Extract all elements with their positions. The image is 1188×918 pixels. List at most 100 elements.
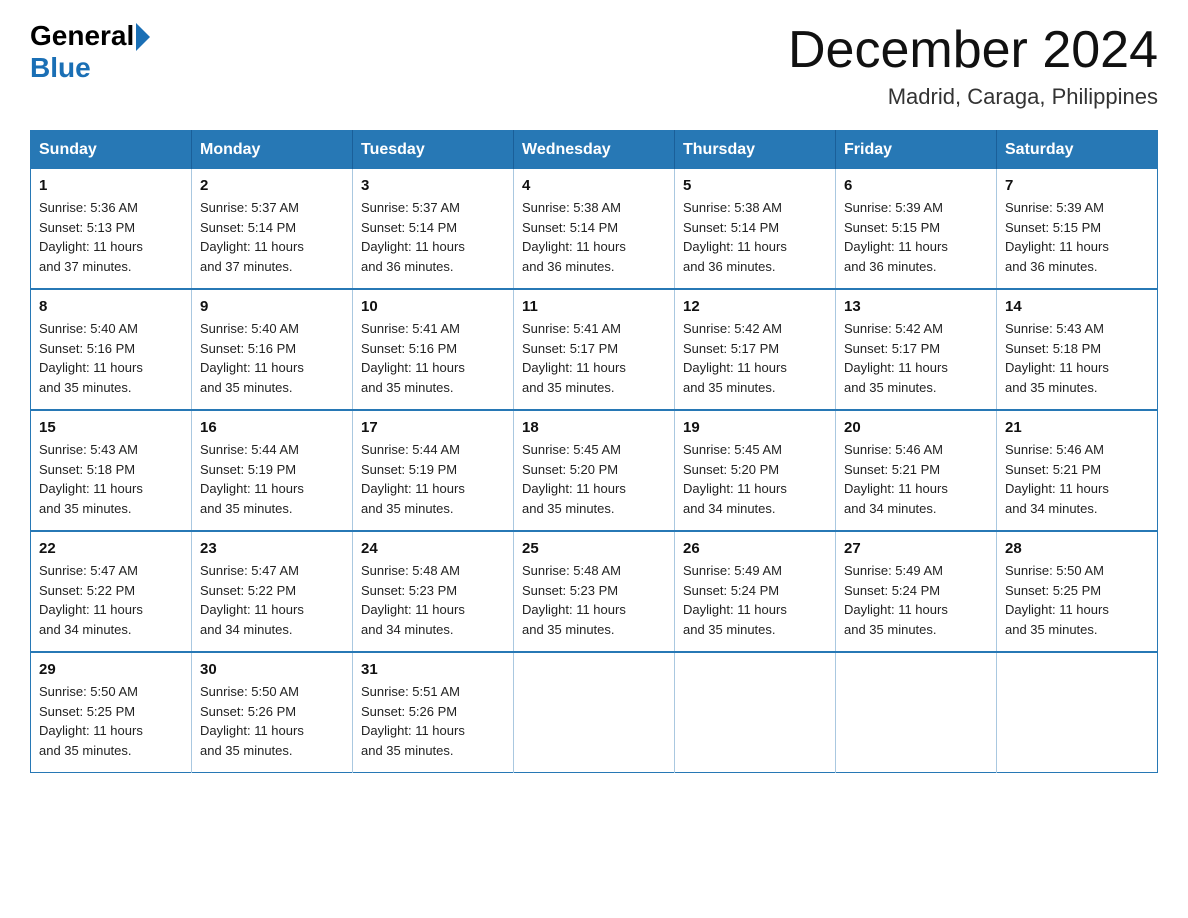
day-number: 4 xyxy=(522,177,666,194)
calendar-week-2: 8 Sunrise: 5:40 AMSunset: 5:16 PMDayligh… xyxy=(31,289,1158,410)
title-section: December 2024 Madrid, Caraga, Philippine… xyxy=(788,20,1158,110)
day-number: 24 xyxy=(361,540,505,557)
calendar-cell: 18 Sunrise: 5:45 AMSunset: 5:20 PMDaylig… xyxy=(514,410,675,531)
day-info: Sunrise: 5:50 AMSunset: 5:25 PMDaylight:… xyxy=(39,682,183,760)
calendar-cell: 29 Sunrise: 5:50 AMSunset: 5:25 PMDaylig… xyxy=(31,652,192,773)
logo-blue-text: Blue xyxy=(30,52,91,84)
calendar-cell: 2 Sunrise: 5:37 AMSunset: 5:14 PMDayligh… xyxy=(192,169,353,289)
calendar-cell xyxy=(675,652,836,773)
day-info: Sunrise: 5:46 AMSunset: 5:21 PMDaylight:… xyxy=(844,440,988,518)
calendar-cell: 5 Sunrise: 5:38 AMSunset: 5:14 PMDayligh… xyxy=(675,169,836,289)
day-number: 22 xyxy=(39,540,183,557)
calendar-cell: 11 Sunrise: 5:41 AMSunset: 5:17 PMDaylig… xyxy=(514,289,675,410)
day-number: 9 xyxy=(200,298,344,315)
calendar-cell: 7 Sunrise: 5:39 AMSunset: 5:15 PMDayligh… xyxy=(997,169,1158,289)
day-number: 1 xyxy=(39,177,183,194)
month-year-title: December 2024 xyxy=(788,20,1158,80)
calendar-header-row: SundayMondayTuesdayWednesdayThursdayFrid… xyxy=(31,131,1158,170)
calendar-cell: 28 Sunrise: 5:50 AMSunset: 5:25 PMDaylig… xyxy=(997,531,1158,652)
calendar-cell: 20 Sunrise: 5:46 AMSunset: 5:21 PMDaylig… xyxy=(836,410,997,531)
day-number: 5 xyxy=(683,177,827,194)
day-info: Sunrise: 5:37 AMSunset: 5:14 PMDaylight:… xyxy=(361,198,505,276)
calendar-week-1: 1 Sunrise: 5:36 AMSunset: 5:13 PMDayligh… xyxy=(31,169,1158,289)
day-number: 26 xyxy=(683,540,827,557)
calendar-cell: 30 Sunrise: 5:50 AMSunset: 5:26 PMDaylig… xyxy=(192,652,353,773)
header-saturday: Saturday xyxy=(997,131,1158,170)
day-number: 29 xyxy=(39,661,183,678)
calendar-cell: 19 Sunrise: 5:45 AMSunset: 5:20 PMDaylig… xyxy=(675,410,836,531)
calendar-cell: 9 Sunrise: 5:40 AMSunset: 5:16 PMDayligh… xyxy=(192,289,353,410)
day-info: Sunrise: 5:45 AMSunset: 5:20 PMDaylight:… xyxy=(522,440,666,518)
calendar-cell: 12 Sunrise: 5:42 AMSunset: 5:17 PMDaylig… xyxy=(675,289,836,410)
day-number: 13 xyxy=(844,298,988,315)
day-number: 18 xyxy=(522,419,666,436)
day-info: Sunrise: 5:47 AMSunset: 5:22 PMDaylight:… xyxy=(39,561,183,639)
day-number: 20 xyxy=(844,419,988,436)
day-info: Sunrise: 5:51 AMSunset: 5:26 PMDaylight:… xyxy=(361,682,505,760)
day-info: Sunrise: 5:49 AMSunset: 5:24 PMDaylight:… xyxy=(844,561,988,639)
logo-general-text: General xyxy=(30,20,134,52)
day-info: Sunrise: 5:49 AMSunset: 5:24 PMDaylight:… xyxy=(683,561,827,639)
header-sunday: Sunday xyxy=(31,131,192,170)
day-info: Sunrise: 5:37 AMSunset: 5:14 PMDaylight:… xyxy=(200,198,344,276)
day-number: 17 xyxy=(361,419,505,436)
header-thursday: Thursday xyxy=(675,131,836,170)
calendar-cell: 27 Sunrise: 5:49 AMSunset: 5:24 PMDaylig… xyxy=(836,531,997,652)
logo: General Blue xyxy=(30,20,150,84)
calendar-cell: 13 Sunrise: 5:42 AMSunset: 5:17 PMDaylig… xyxy=(836,289,997,410)
day-info: Sunrise: 5:48 AMSunset: 5:23 PMDaylight:… xyxy=(361,561,505,639)
day-number: 16 xyxy=(200,419,344,436)
day-info: Sunrise: 5:48 AMSunset: 5:23 PMDaylight:… xyxy=(522,561,666,639)
day-info: Sunrise: 5:42 AMSunset: 5:17 PMDaylight:… xyxy=(683,319,827,397)
calendar-cell xyxy=(997,652,1158,773)
calendar-table: SundayMondayTuesdayWednesdayThursdayFrid… xyxy=(30,130,1158,773)
calendar-cell: 17 Sunrise: 5:44 AMSunset: 5:19 PMDaylig… xyxy=(353,410,514,531)
day-number: 27 xyxy=(844,540,988,557)
calendar-week-5: 29 Sunrise: 5:50 AMSunset: 5:25 PMDaylig… xyxy=(31,652,1158,773)
calendar-cell: 22 Sunrise: 5:47 AMSunset: 5:22 PMDaylig… xyxy=(31,531,192,652)
day-info: Sunrise: 5:36 AMSunset: 5:13 PMDaylight:… xyxy=(39,198,183,276)
day-info: Sunrise: 5:39 AMSunset: 5:15 PMDaylight:… xyxy=(1005,198,1149,276)
day-info: Sunrise: 5:40 AMSunset: 5:16 PMDaylight:… xyxy=(200,319,344,397)
day-number: 31 xyxy=(361,661,505,678)
page-header: General Blue December 2024 Madrid, Carag… xyxy=(30,20,1158,110)
day-info: Sunrise: 5:40 AMSunset: 5:16 PMDaylight:… xyxy=(39,319,183,397)
day-number: 3 xyxy=(361,177,505,194)
day-number: 14 xyxy=(1005,298,1149,315)
day-number: 2 xyxy=(200,177,344,194)
calendar-cell: 16 Sunrise: 5:44 AMSunset: 5:19 PMDaylig… xyxy=(192,410,353,531)
day-info: Sunrise: 5:50 AMSunset: 5:26 PMDaylight:… xyxy=(200,682,344,760)
calendar-cell: 24 Sunrise: 5:48 AMSunset: 5:23 PMDaylig… xyxy=(353,531,514,652)
calendar-cell xyxy=(836,652,997,773)
day-info: Sunrise: 5:39 AMSunset: 5:15 PMDaylight:… xyxy=(844,198,988,276)
day-info: Sunrise: 5:41 AMSunset: 5:17 PMDaylight:… xyxy=(522,319,666,397)
calendar-cell: 8 Sunrise: 5:40 AMSunset: 5:16 PMDayligh… xyxy=(31,289,192,410)
day-info: Sunrise: 5:42 AMSunset: 5:17 PMDaylight:… xyxy=(844,319,988,397)
day-number: 21 xyxy=(1005,419,1149,436)
day-info: Sunrise: 5:41 AMSunset: 5:16 PMDaylight:… xyxy=(361,319,505,397)
header-wednesday: Wednesday xyxy=(514,131,675,170)
calendar-cell: 4 Sunrise: 5:38 AMSunset: 5:14 PMDayligh… xyxy=(514,169,675,289)
calendar-cell: 14 Sunrise: 5:43 AMSunset: 5:18 PMDaylig… xyxy=(997,289,1158,410)
calendar-cell: 25 Sunrise: 5:48 AMSunset: 5:23 PMDaylig… xyxy=(514,531,675,652)
logo-arrow-icon xyxy=(136,23,150,51)
day-info: Sunrise: 5:38 AMSunset: 5:14 PMDaylight:… xyxy=(522,198,666,276)
day-number: 28 xyxy=(1005,540,1149,557)
calendar-cell: 26 Sunrise: 5:49 AMSunset: 5:24 PMDaylig… xyxy=(675,531,836,652)
day-info: Sunrise: 5:43 AMSunset: 5:18 PMDaylight:… xyxy=(39,440,183,518)
day-number: 12 xyxy=(683,298,827,315)
day-number: 25 xyxy=(522,540,666,557)
header-tuesday: Tuesday xyxy=(353,131,514,170)
day-number: 11 xyxy=(522,298,666,315)
day-info: Sunrise: 5:43 AMSunset: 5:18 PMDaylight:… xyxy=(1005,319,1149,397)
calendar-cell: 10 Sunrise: 5:41 AMSunset: 5:16 PMDaylig… xyxy=(353,289,514,410)
day-info: Sunrise: 5:45 AMSunset: 5:20 PMDaylight:… xyxy=(683,440,827,518)
day-number: 6 xyxy=(844,177,988,194)
day-number: 8 xyxy=(39,298,183,315)
day-info: Sunrise: 5:44 AMSunset: 5:19 PMDaylight:… xyxy=(361,440,505,518)
day-number: 7 xyxy=(1005,177,1149,194)
calendar-cell: 15 Sunrise: 5:43 AMSunset: 5:18 PMDaylig… xyxy=(31,410,192,531)
day-number: 30 xyxy=(200,661,344,678)
calendar-cell xyxy=(514,652,675,773)
calendar-cell: 31 Sunrise: 5:51 AMSunset: 5:26 PMDaylig… xyxy=(353,652,514,773)
